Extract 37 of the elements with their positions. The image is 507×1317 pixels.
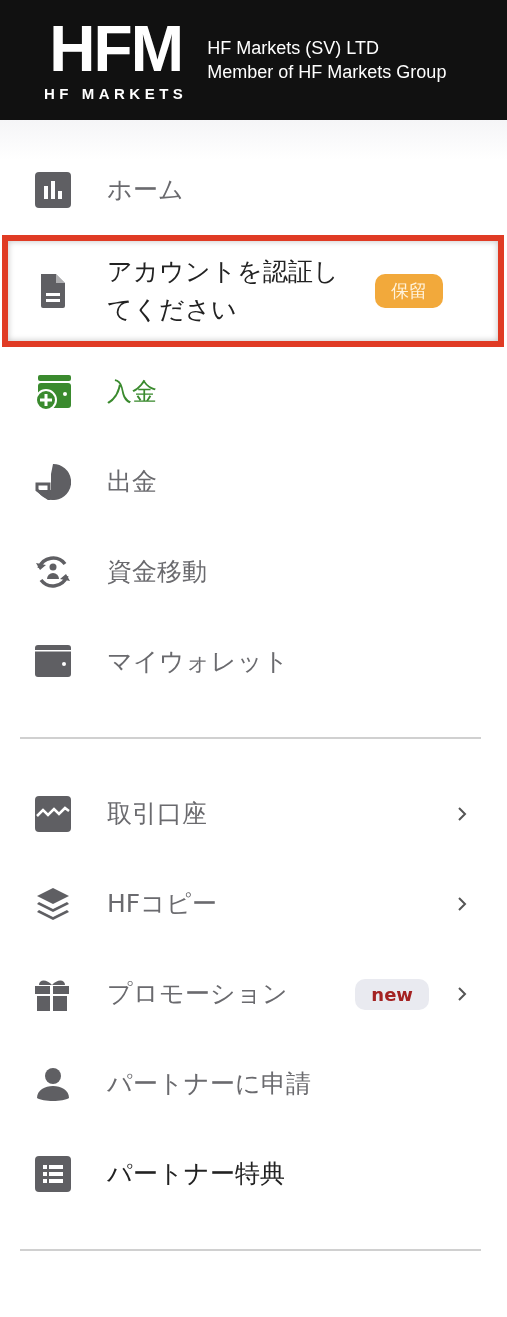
layers-icon <box>35 886 71 922</box>
bar-chart-icon <box>35 172 71 208</box>
pie-chart-icon <box>35 464 71 500</box>
line-chart-icon <box>35 796 71 832</box>
menu-item[interactable]: ホーム <box>0 145 507 235</box>
menu-item[interactable]: 出金 <box>0 437 507 527</box>
logo-mark: HFM <box>49 18 182 79</box>
status-badge: new <box>355 978 429 1010</box>
menu-item[interactable]: HFコピー <box>0 859 507 949</box>
wallet-icon <box>35 644 71 680</box>
menu-item[interactable]: 入金 <box>0 347 507 437</box>
person-icon <box>35 1066 71 1102</box>
menu-item[interactable]: 取引口座 <box>0 769 507 859</box>
menu-item[interactable]: パートナー特典 <box>0 1129 507 1219</box>
menu-label: 出金 <box>107 466 158 498</box>
menu-label: 取引口座 <box>107 798 208 830</box>
menu-label: マイウォレット <box>107 646 290 678</box>
status-badge: 保留 <box>375 274 443 308</box>
menu-item[interactable]: 資金移動 <box>0 527 507 617</box>
menu-label: パートナー特典 <box>107 1158 286 1190</box>
menu-item[interactable]: アカウントを認証してください 保留 <box>2 235 504 347</box>
menu-label: アカウントを認証してください <box>107 256 340 326</box>
menu-item[interactable]: パートナーに申請 <box>0 1039 507 1129</box>
person-cycle-icon <box>35 554 71 590</box>
menu-label: パートナーに申請 <box>107 1068 312 1100</box>
list-icon <box>35 1156 71 1192</box>
menu-label: 資金移動 <box>107 556 208 588</box>
menu-label: プロモーション <box>107 978 289 1010</box>
logo-wordmark: HF MARKETS <box>44 84 188 102</box>
company-name: HF Markets (SV) LTD <box>207 37 380 60</box>
menu-label: 入金 <box>107 376 158 408</box>
menu-label: ホーム <box>107 174 185 206</box>
menu-label: HFコピー <box>107 888 219 920</box>
menu-item[interactable]: プロモーション new <box>0 949 507 1039</box>
wallet-plus-icon <box>35 374 71 410</box>
menu-item[interactable]: マイウォレット <box>0 617 507 707</box>
company-group: Member of HF Markets Group <box>207 60 447 84</box>
